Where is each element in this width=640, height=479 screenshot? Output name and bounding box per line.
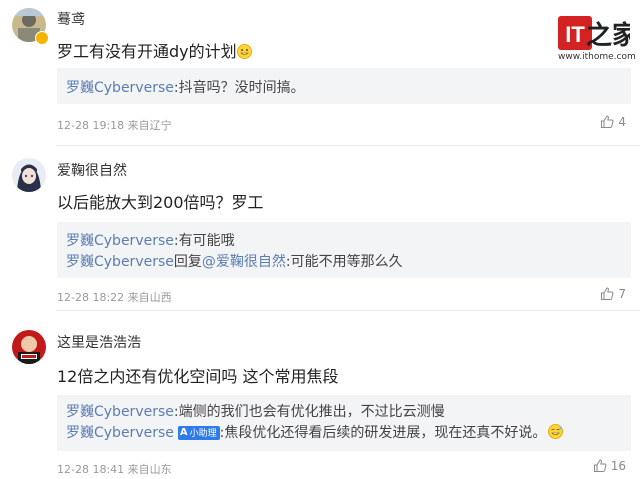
reply-box: 罗巍Cyberverse:端侧的我们也会有优化推出，不过比云测慢 罗巍Cyber… xyxy=(57,395,631,451)
like-button[interactable]: 16 xyxy=(593,459,626,473)
comment-meta: 12-28 19:18 来自辽宁 xyxy=(57,119,172,132)
reply-author[interactable]: 罗巍Cyberverse xyxy=(66,233,174,249)
username[interactable]: 蓦鸢 xyxy=(57,9,85,29)
reply-line: 罗巍Cyberverse A 小助理:焦段优化还得看后续的研发进展，现在还真不好说。 xyxy=(66,422,564,442)
ai-icon: A xyxy=(179,427,188,438)
reply-text: 可能不用等那么久 xyxy=(290,254,403,270)
reply-line: 罗巍Cyberverse回复@爱鞠很自然:可能不用等那么久 xyxy=(66,254,403,270)
like-count: 4 xyxy=(618,115,626,129)
grin-emoji-icon xyxy=(236,44,252,59)
thumbs-up-icon xyxy=(601,287,614,300)
comment-text: 以后能放大到200倍吗？罗工 xyxy=(57,193,264,212)
reply-text: 端侧的我们也会有优化推出，不过比云测慢 xyxy=(178,404,445,420)
like-button[interactable]: 7 xyxy=(600,287,626,301)
reply-line: 罗巍Cyberverse:端侧的我们也会有优化推出，不过比云测慢 xyxy=(66,404,445,420)
assistant-badge: A 小助理 xyxy=(177,425,220,440)
comment-meta: 12-28 18:41 来自山东 xyxy=(57,463,172,476)
vip-badge-icon xyxy=(35,31,49,45)
reply-text: 焦段优化还得看后续的研发进展，现在还真不好说。 xyxy=(224,425,547,441)
comment-text: 罗工有没有开通dy的计划 xyxy=(57,38,252,62)
reply-author[interactable]: 罗巍Cyberverse xyxy=(66,80,174,96)
username[interactable]: 这里是浩浩浩 xyxy=(57,332,141,352)
grin-emoji-icon xyxy=(548,424,564,439)
comment-meta: 12-28 18:22 来自山西 xyxy=(57,291,172,304)
like-count: 7 xyxy=(618,287,626,301)
like-count: 16 xyxy=(610,459,626,473)
comment-item: 蓦鸢 罗工有没有开通dy的计划 罗巍Cyberverse:抖音吗？没时间搞。 1… xyxy=(0,0,640,146)
avatar[interactable] xyxy=(12,158,46,192)
reply-author[interactable]: 罗巍Cyberverse xyxy=(66,425,174,441)
thumbs-up-icon xyxy=(601,115,614,128)
comment-text: 12倍之内还有优化空间吗 这个常用焦段 xyxy=(57,367,339,386)
thumbs-up-icon xyxy=(593,459,607,472)
mention-link[interactable]: @爱鞠很自然 xyxy=(202,254,286,270)
comment-item: 爱鞠很自然 以后能放大到200倍吗？罗工 罗巍Cyberverse:有可能哦 罗… xyxy=(0,146,640,311)
reply-text: 抖音吗？没时间搞。 xyxy=(178,80,305,96)
reply-line: 罗巍Cyberverse:有可能哦 xyxy=(66,233,235,249)
comment-item: 这里是浩浩浩 12倍之内还有优化空间吗 这个常用焦段 罗巍Cyberverse:… xyxy=(0,311,640,479)
like-button[interactable]: 4 xyxy=(600,115,626,129)
reply-author[interactable]: 罗巍Cyberverse xyxy=(66,404,174,420)
username[interactable]: 爱鞠很自然 xyxy=(57,160,127,180)
reply-author[interactable]: 罗巍Cyberverse xyxy=(66,254,174,270)
reply-box: 罗巍Cyberverse:有可能哦 罗巍Cyberverse回复@爱鞠很自然:可… xyxy=(57,222,631,278)
reply-text: 有可能哦 xyxy=(178,233,235,249)
reply-line: 罗巍Cyberverse:抖音吗？没时间搞。 xyxy=(66,80,305,96)
reply-box: 罗巍Cyberverse:抖音吗？没时间搞。 xyxy=(57,68,631,104)
avatar[interactable] xyxy=(12,330,46,364)
